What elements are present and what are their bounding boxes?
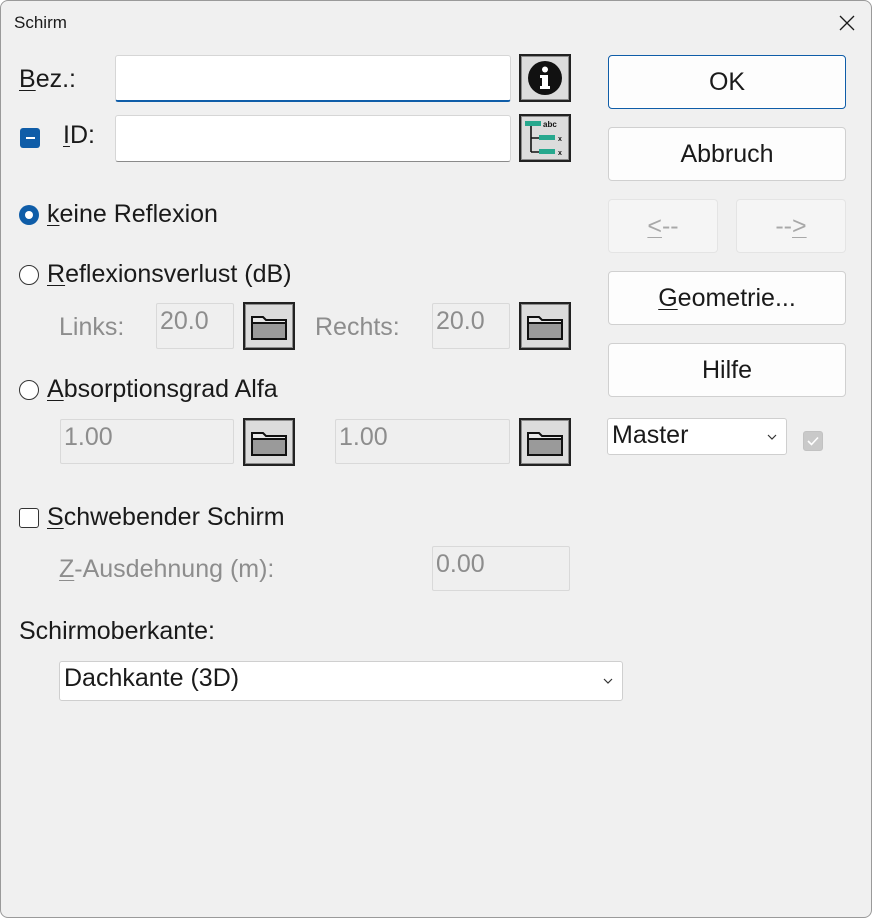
cancel-button[interactable]: Abbruch [608,127,846,181]
left-loss-folder-button[interactable] [243,302,295,350]
master-selected: Master [612,421,689,449]
svg-text:abc: abc [543,120,557,129]
geometry-button[interactable]: Geometrie... [608,271,846,325]
chevron-down-icon [603,678,613,684]
close-button[interactable] [823,1,871,45]
id-label: ID: [63,121,95,149]
next-button[interactable]: -- > [736,199,846,253]
reflection-loss-radio[interactable] [19,265,39,285]
id-input[interactable] [115,115,511,162]
folder-icon [527,316,563,340]
top-edge-label: Schirmoberkante: [19,617,215,645]
previous-button[interactable]: < -- [608,199,718,253]
info-icon [528,61,562,95]
right-loss-field[interactable]: 20.0 [432,303,510,349]
z-extent-label: Z-Ausdehnung (m): [59,555,275,583]
master-checkbox[interactable] [803,431,823,451]
folder-icon [251,316,287,340]
folder-icon [527,432,563,456]
schirm-dialog: Schirm Bez.: ID: abc x x keine Reflexion… [0,0,872,918]
top-edge-selected: Dachkante (3D) [64,664,240,692]
left-loss-field[interactable]: 20.0 [156,303,234,349]
floating-screen-checkbox[interactable] [19,508,39,528]
top-edge-select[interactable]: Dachkante (3D) [59,661,623,701]
floating-screen-label: Schwebender Schirm [47,503,285,531]
absorption-left-folder-button[interactable] [243,418,295,466]
tree-list-icon: abc x x [525,120,562,157]
help-button[interactable]: Hilfe [608,343,846,397]
absorption-right-folder-button[interactable] [519,418,571,466]
z-extent-field[interactable]: 0.00 [432,546,570,591]
left-label: Links: [59,313,125,341]
checkmark-icon [807,436,819,446]
absorption-right-field[interactable]: 1.00 [335,419,510,464]
info-button[interactable] [519,54,571,102]
master-select[interactable]: Master [607,418,787,455]
no-reflection-label: keine Reflexion [47,200,218,228]
right-loss-folder-button[interactable] [519,302,571,350]
window-title: Schirm [14,13,67,32]
svg-text:x: x [558,150,562,157]
no-reflection-radio[interactable] [19,205,39,225]
absorption-radio[interactable] [19,380,39,400]
title-bar: Schirm [1,1,871,45]
chevron-down-icon [767,434,777,440]
reflection-loss-label: Reflexionsverlust (dB) [47,260,292,288]
svg-text:x: x [558,136,562,143]
right-label: Rechts: [315,313,400,341]
folder-icon [251,432,287,456]
id-tree-button[interactable]: abc x x [519,114,571,162]
absorption-left-field[interactable]: 1.00 [60,419,234,464]
bez-input[interactable] [115,55,511,102]
id-checkbox[interactable] [20,128,40,148]
ok-button[interactable]: OK [608,55,846,109]
bez-label: Bez.: [19,65,76,93]
absorption-label: Absorptionsgrad Alfa [47,375,278,403]
close-icon [839,15,855,31]
